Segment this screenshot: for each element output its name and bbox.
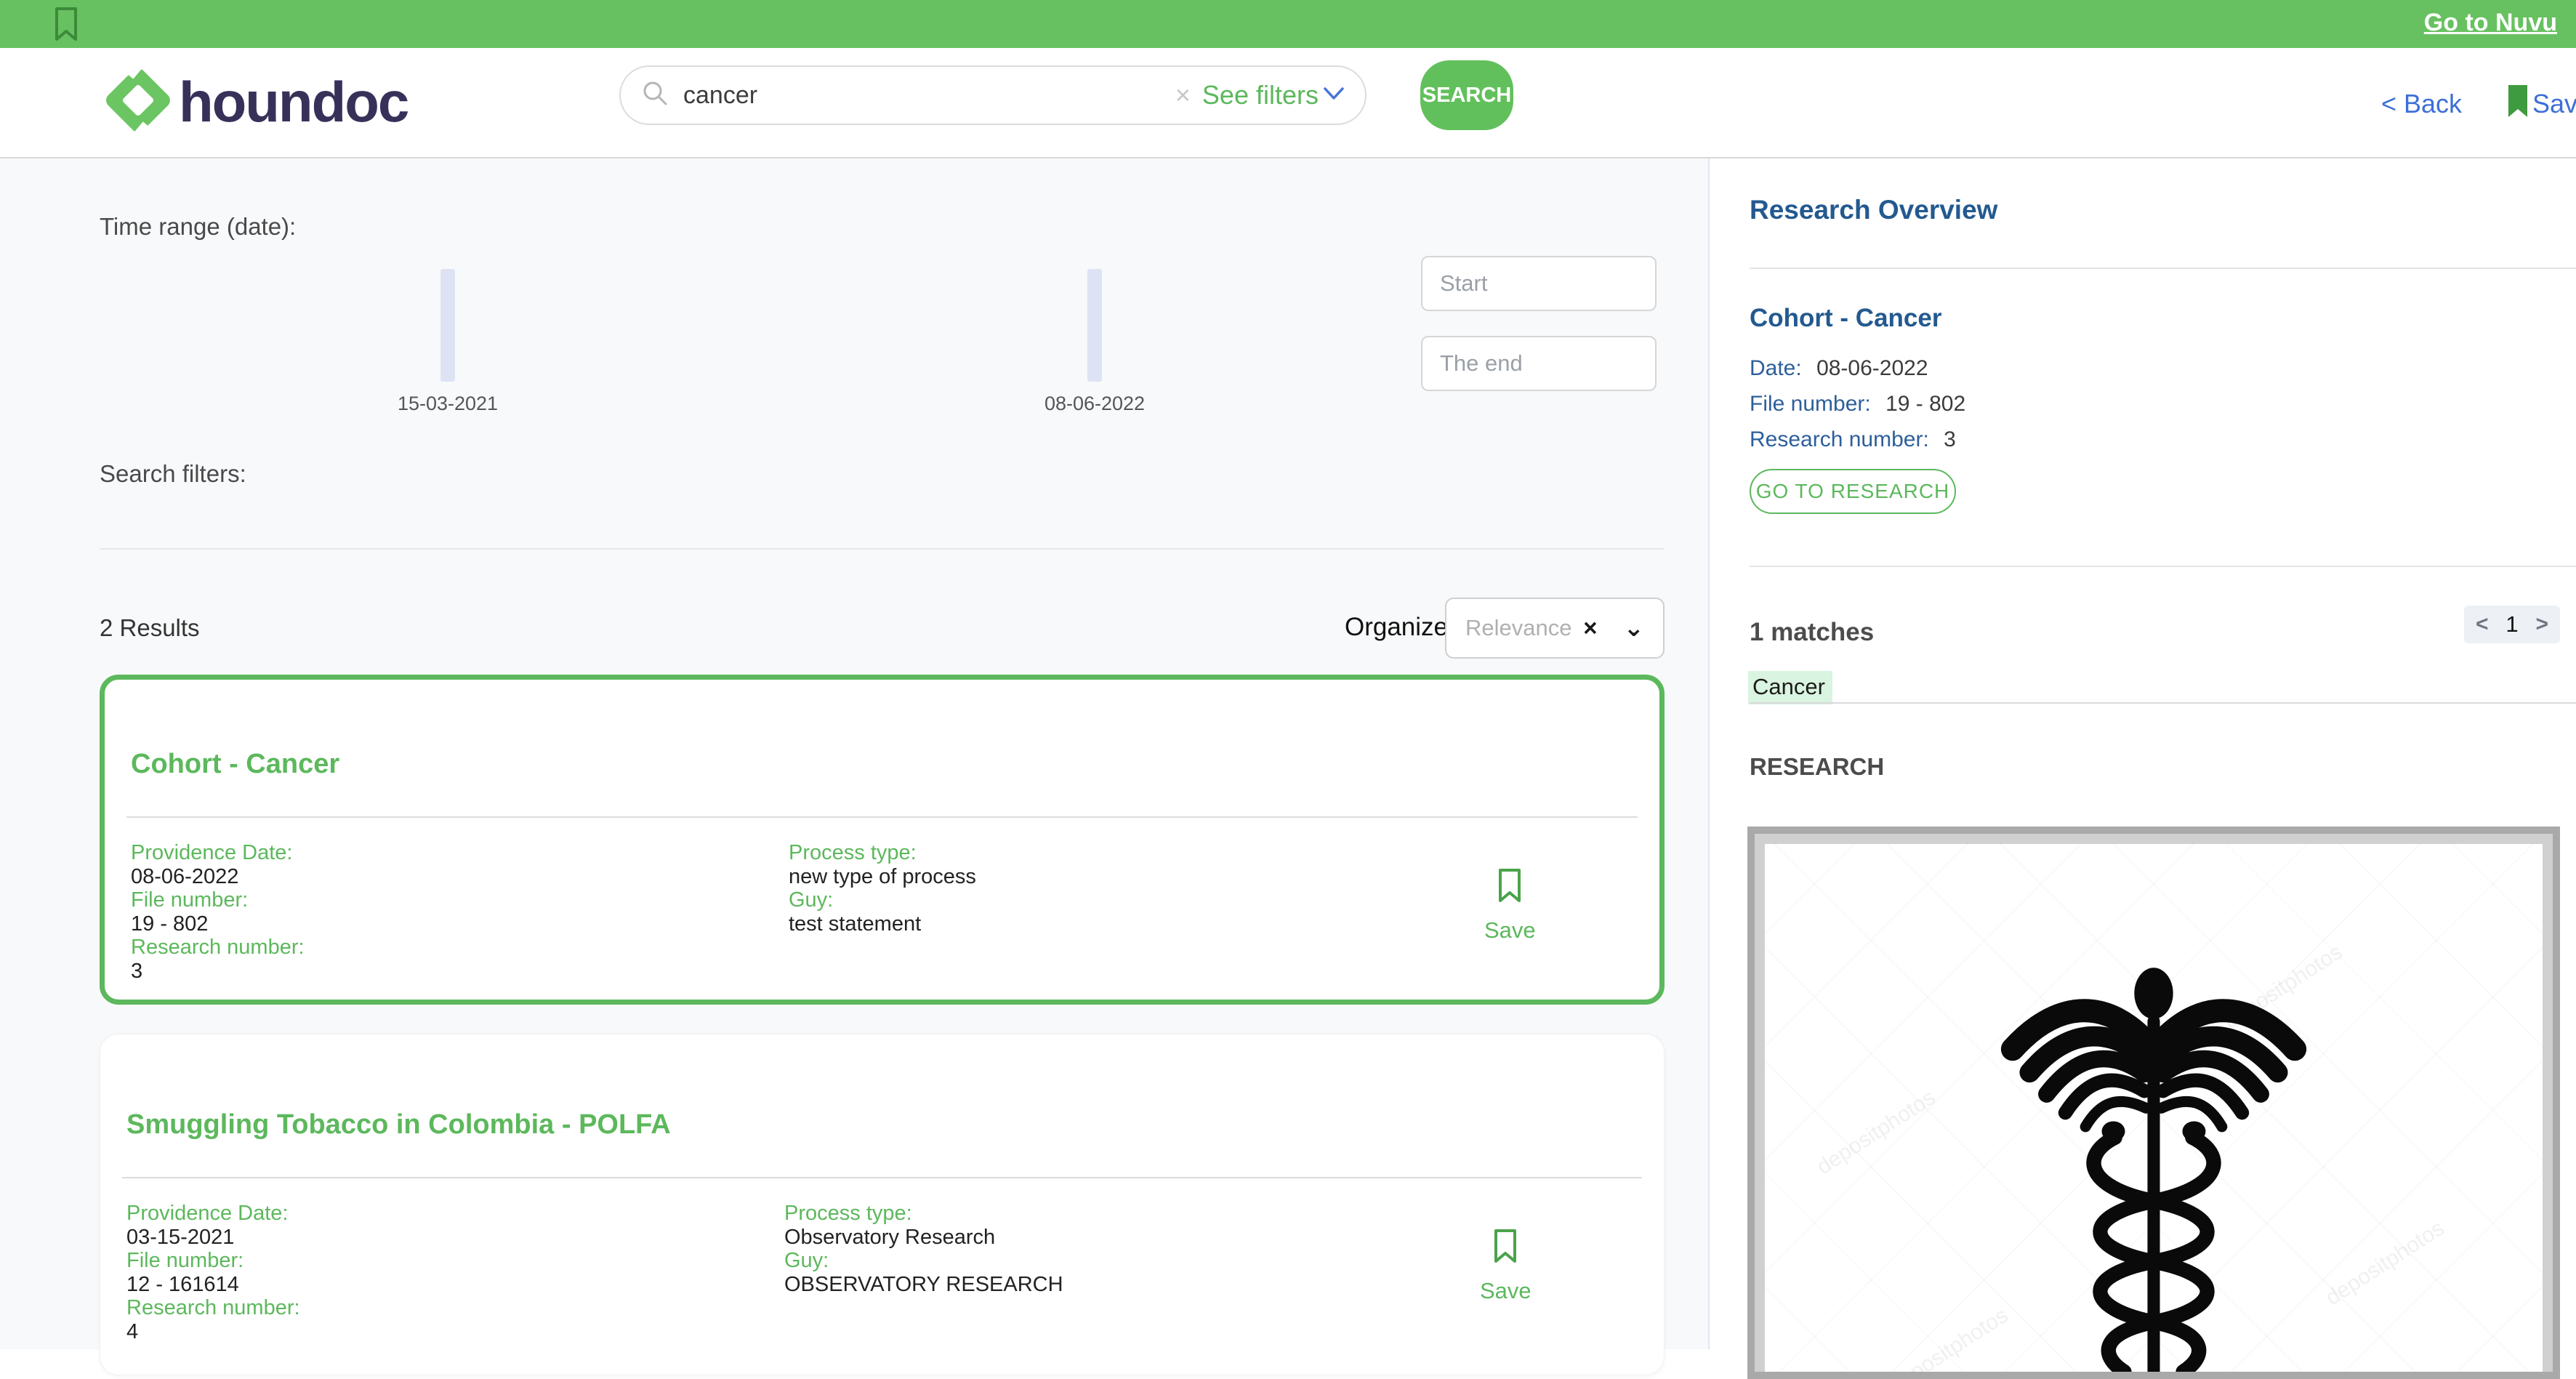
clear-search-icon[interactable]: × — [1175, 80, 1191, 110]
field-label: Guy: — [789, 888, 834, 912]
slider-end-date: 08-06-2022 — [1044, 393, 1146, 414]
bookmark-outline-icon — [1495, 867, 1524, 907]
top-bar: Go to Nuvu — [0, 0, 2576, 48]
field-label: File number: — [1750, 392, 1871, 416]
field-value: 19 - 802 — [131, 912, 209, 936]
field-value: 08-06-2022 — [131, 864, 239, 888]
field-label: Research number: — [131, 936, 305, 959]
matches-pagination: < 1 > — [2464, 606, 2560, 643]
field-label: Process type: — [784, 1202, 912, 1225]
field-value: OBSERVATORY RESEARCH — [784, 1272, 1063, 1296]
search-input[interactable] — [683, 81, 1175, 110]
field-value: test statement — [789, 912, 922, 936]
organize-selected-value: Relevance — [1465, 615, 1572, 640]
bookmark-outline-icon — [1491, 1228, 1520, 1268]
organize-label: Organize: — [1345, 613, 1455, 641]
next-page-icon[interactable]: > — [2535, 612, 2548, 637]
header: houndoc × See filters 6 characters SEARC… — [0, 48, 2576, 202]
overview-research-title: Cohort - Cancer — [1750, 304, 1942, 332]
research-image-canvas: depositphotos depositphotos depositphoto… — [1765, 844, 2543, 1372]
field-value: 4 — [126, 1319, 139, 1343]
field-label: File number: — [126, 1249, 244, 1272]
date-slider-start-handle[interactable] — [440, 269, 455, 382]
research-overview-panel: Research Overview Cohort - Cancer Date: … — [1708, 158, 2576, 1379]
go-to-nuvu-link[interactable]: Go to Nuvu — [2424, 9, 2557, 37]
prev-page-icon[interactable]: < — [2476, 612, 2489, 637]
result-card-cohort-cancer[interactable]: Cohort - Cancer Providence Date: 08-06-2… — [100, 675, 1665, 1005]
results-panel: Time range (date): 15-03-2021 08-06-2022… — [0, 158, 1708, 1375]
save-result-button[interactable]: Save — [1484, 867, 1536, 944]
match-divider — [1750, 702, 2576, 704]
result-card-smuggling-tobacco[interactable]: Smuggling Tobacco in Colombia - POLFA Pr… — [100, 1034, 1665, 1375]
overview-field-file-number: File number: 19 - 802 — [1750, 392, 1965, 417]
result-fields-right: Process type: new type of process Guy: t… — [789, 841, 976, 936]
field-value: Observatory Research — [784, 1225, 996, 1249]
field-value: 3 — [131, 959, 143, 983]
field-value: 03-15-2021 — [126, 1225, 235, 1249]
brand-name: houndoc — [179, 70, 409, 134]
organize-chevron-down-icon[interactable]: ⌄ — [1624, 614, 1645, 643]
start-date-input[interactable] — [1421, 256, 1657, 311]
overview-field-research-number: Research number: 3 — [1750, 427, 1956, 452]
field-label: Research number: — [126, 1296, 300, 1319]
chevron-down-icon[interactable] — [1323, 87, 1345, 105]
organize-clear-icon[interactable]: × — [1583, 614, 1597, 642]
field-label: Process type: — [789, 841, 917, 864]
field-label: Guy: — [784, 1249, 829, 1272]
field-value: 3 — [1944, 427, 1956, 451]
search-filters-label: Search filters: — [100, 460, 246, 487]
field-value: 08-06-2022 — [1816, 356, 1928, 380]
matches-count: 1 matches — [1750, 618, 1875, 646]
brand-logo[interactable]: houndoc — [102, 60, 409, 141]
save-label: Save — [2532, 88, 2576, 118]
search-button[interactable]: SEARCH — [1420, 60, 1513, 130]
see-filters-link[interactable]: See filters — [1202, 80, 1319, 110]
watermark-text: depositphotos — [1812, 1085, 1940, 1180]
results-count: 2 Results — [100, 614, 200, 641]
card-divider — [122, 1177, 1642, 1178]
result-title[interactable]: Cohort - Cancer — [131, 749, 339, 780]
end-date-input[interactable] — [1421, 336, 1657, 391]
bookmark-icon[interactable] — [52, 6, 80, 46]
result-fields-right: Process type: Observatory Research Guy: … — [784, 1202, 1063, 1296]
field-label: Date: — [1750, 356, 1802, 380]
save-search-button[interactable]: Save — [2503, 83, 2576, 124]
result-title[interactable]: Smuggling Tobacco in Colombia - POLFA — [126, 1109, 671, 1141]
search-bar: × See filters — [619, 65, 1367, 125]
brand-logo-icon — [102, 60, 174, 141]
go-to-research-button[interactable]: GO TO RESEARCH — [1750, 469, 1956, 514]
overview-title: Research Overview — [1750, 195, 1998, 225]
back-link[interactable]: < Back — [2381, 89, 2462, 119]
research-section-label: RESEARCH — [1750, 753, 1885, 780]
time-range-label: Time range (date): — [100, 213, 297, 240]
overview-divider — [1750, 268, 2576, 269]
bookmark-filled-icon — [2503, 83, 2532, 124]
field-label: Providence Date: — [131, 841, 293, 864]
field-label: Providence Date: — [126, 1202, 289, 1225]
save-result-label: Save — [1484, 917, 1536, 943]
save-result-label: Save — [1480, 1278, 1531, 1303]
current-page: 1 — [2505, 611, 2519, 637]
organize-dropdown[interactable]: Relevance × ⌄ — [1445, 598, 1665, 659]
result-fields-left: Providence Date: 03-15-2021 File number:… — [126, 1202, 300, 1343]
overview-field-date: Date: 08-06-2022 — [1750, 356, 1928, 381]
field-value: 19 - 802 — [1885, 392, 1966, 416]
research-image: depositphotos depositphotos depositphoto… — [1747, 827, 2560, 1379]
field-value: 12 - 161614 — [126, 1272, 239, 1296]
caduceus-symbol — [1928, 953, 2379, 1372]
result-fields-left: Providence Date: 08-06-2022 File number:… — [131, 841, 305, 983]
date-slider-end-handle[interactable] — [1087, 269, 1102, 382]
filters-divider — [100, 548, 1665, 550]
matches-divider — [1750, 566, 2576, 567]
card-divider — [126, 816, 1638, 818]
match-term-highlight[interactable]: Cancer — [1748, 671, 1832, 704]
slider-start-date: 15-03-2021 — [397, 393, 499, 414]
search-icon — [641, 79, 670, 112]
field-label: Research number: — [1750, 427, 1929, 451]
field-value: new type of process — [789, 864, 976, 888]
save-result-button[interactable]: Save — [1480, 1228, 1531, 1304]
field-label: File number: — [131, 888, 249, 912]
